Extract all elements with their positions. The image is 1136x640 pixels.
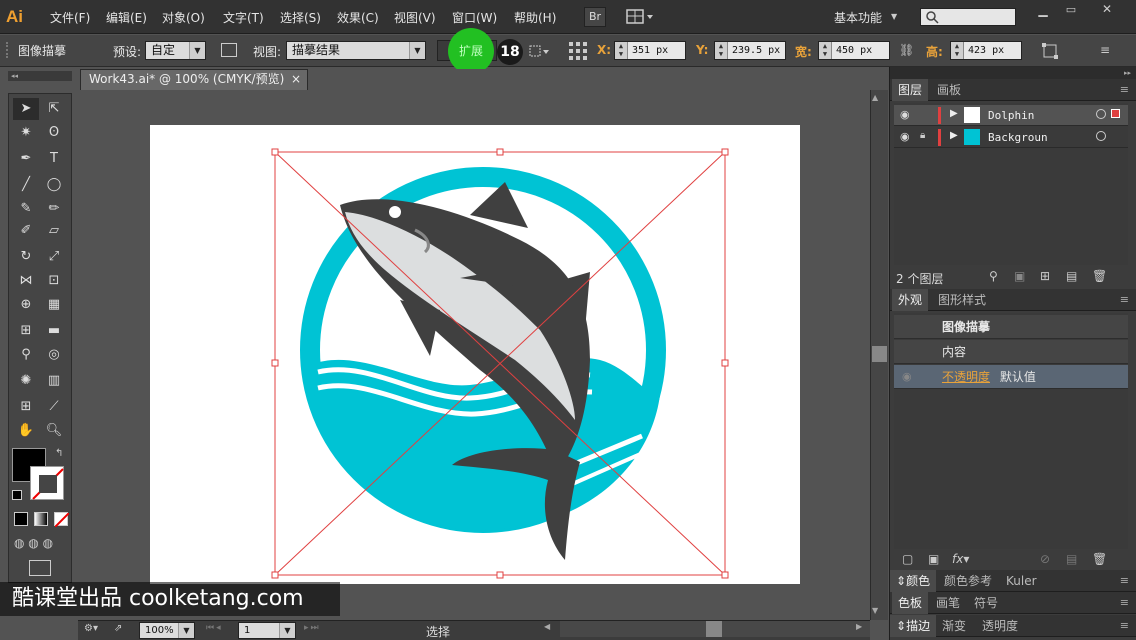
scroll-thumb[interactable] [872,346,887,362]
tab-color[interactable]: ⇕颜色 [890,570,937,592]
tab-stroke[interactable]: ⇕描边 [890,615,937,637]
lock-icon[interactable]: 🔒︎ [920,130,925,141]
scroll-right-icon[interactable]: ▶ [856,622,862,631]
share-icon[interactable]: ⇗ [114,623,122,634]
delete-item-icon[interactable]: 🗑︎ [1092,552,1107,566]
target-icon[interactable] [1096,131,1106,141]
color-panel-tabs: ⇕颜色 颜色参考 Kuler ≡ [890,570,1136,592]
locate-object-icon[interactable]: ⚲ [989,269,998,283]
visibility-eye-icon[interactable]: ◉ [900,130,910,143]
appearance-title: 图像描摹 [894,315,1128,339]
tab-appearance[interactable]: 外观 [892,289,929,311]
resize-handle[interactable] [721,571,729,579]
artboard-navigator[interactable]: 1 ▼ [238,622,296,639]
layer-thumbnail [964,129,980,145]
expand-arrow-icon[interactable]: ▶ [950,108,958,119]
clear-appearance-icon[interactable]: ⊘ [1040,552,1050,566]
layers-panel-tabs: 图层 画板 ≡ [890,79,1136,101]
tab-swatches[interactable]: 色板 [892,592,929,614]
next-last-icon[interactable]: ▸⏭ [304,623,321,633]
tab-transparency[interactable]: 透明度 [976,615,1024,637]
current-tool-label: 选择 [426,625,451,639]
chevron-down-icon: ▼ [279,623,295,638]
resize-handle[interactable] [271,359,279,367]
appearance-content-row[interactable]: 内容 [894,340,1128,364]
status-icon[interactable]: ⚙︎▾ [84,623,106,637]
tab-brushes[interactable]: 画笔 [930,592,966,614]
layer-count: 2 个图层 [896,272,944,286]
right-panel-dock: ▸▸ 图层 画板 ≡ ◉ ▶ Dolphin ◉ 🔒︎ ▶ Backgroun … [889,67,1136,640]
layer-row[interactable]: ◉ ▶ Dolphin [894,105,1128,126]
watermark: 酷课堂出品 coolketang.com [0,582,340,616]
scroll-down-icon[interactable]: ▼ [872,606,878,615]
new-layer-icon[interactable]: ▤ [1066,269,1077,283]
resize-handle[interactable] [721,359,729,367]
panel-menu-icon[interactable]: ≡ [1120,596,1129,609]
tab-layers[interactable]: 图层 [892,79,929,101]
fx-icon[interactable]: fx▾ [952,552,969,566]
layers-footer: 2 个图层 ⚲ ▣ ⊞ ▤ 🗑︎ [890,267,1136,287]
tab-kuler[interactable]: Kuler [1000,570,1043,592]
resize-handle[interactable] [271,571,279,579]
resize-handle[interactable] [271,148,279,156]
tab-color-guide[interactable]: 颜色参考 [938,570,998,592]
add-fill-icon[interactable]: ▣ [928,552,939,566]
vertical-scrollbar[interactable]: ▲ ▼ [870,90,888,620]
layer-color-bar [938,107,941,124]
expand-arrow-icon[interactable]: ▶ [950,130,958,141]
resize-handle[interactable] [496,571,504,579]
resize-handle[interactable] [721,148,729,156]
delete-layer-icon[interactable]: 🗑︎ [1092,269,1107,283]
stroke-panel-tabs: ⇕描边 渐变 透明度 ≡ [890,615,1136,637]
duplicate-item-icon[interactable]: ▤ [1066,552,1077,566]
appearance-panel-tabs: 外观 图形样式 ≡ [890,289,1136,311]
selection-indicator-icon[interactable] [1111,109,1120,118]
first-prev-icon[interactable]: ⏮◂ [206,623,223,633]
scroll-left-icon[interactable]: ◀ [544,622,550,631]
layer-name[interactable]: Dolphin [988,109,1034,122]
panel-menu-icon[interactable]: ≡ [1120,293,1129,306]
zoom-dropdown[interactable]: 100% ▼ [139,622,195,639]
panel-menu-icon[interactable]: ≡ [1120,83,1129,96]
tab-graphic-styles[interactable]: 图形样式 [932,289,992,311]
dolphin-eye [389,206,401,218]
clipping-mask-icon[interactable]: ▣ [1014,269,1025,283]
opacity-link[interactable]: 不透明度 [942,370,990,384]
layers-list: ◉ ▶ Dolphin ◉ 🔒︎ ▶ Backgroun [894,103,1128,265]
hscroll-thumb[interactable] [706,621,722,637]
visibility-eye-icon[interactable]: ◉ [902,365,912,389]
layer-name[interactable]: Backgroun [988,131,1048,144]
visibility-eye-icon[interactable]: ◉ [900,108,910,121]
new-sublayer-icon[interactable]: ⊞ [1040,269,1050,283]
water-shape [310,357,660,530]
panel-menu-icon[interactable]: ≡ [1120,619,1129,632]
layer-row[interactable]: ◉ 🔒︎ ▶ Backgroun [894,127,1128,148]
appearance-list: 图像描摹 内容 ◉ 不透明度 默认值 [894,313,1128,549]
tab-gradient[interactable]: 渐变 [936,615,972,637]
target-icon[interactable] [1096,109,1106,119]
chevron-down-icon: ▼ [178,623,194,638]
appearance-opacity-row[interactable]: ◉ 不透明度 默认值 [894,365,1128,389]
opacity-value: 默认值 [999,370,1036,384]
scroll-up-icon[interactable]: ▲ [872,93,878,102]
panel-menu-icon[interactable]: ≡ [1120,574,1129,587]
layer-thumbnail [964,107,980,123]
tab-symbols[interactable]: 符号 [968,592,1004,614]
add-stroke-icon[interactable]: ▢ [902,552,913,566]
swatches-panel-tabs: 色板 画笔 符号 ≡ [890,592,1136,614]
resize-handle[interactable] [496,148,504,156]
horizontal-scrollbar[interactable]: ◀ ▶ [544,621,870,637]
dock-collapse-icon[interactable]: ▸▸ [890,67,1136,79]
layer-color-bar [938,129,941,146]
tab-artboards[interactable]: 画板 [931,79,967,101]
